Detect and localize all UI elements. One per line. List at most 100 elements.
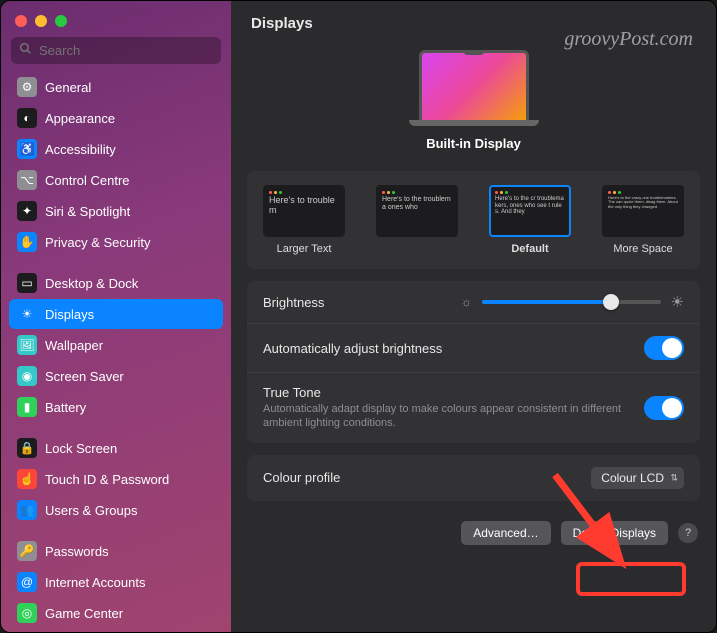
sidebar-item-privacy-security[interactable]: ✋ Privacy & Security: [9, 227, 223, 257]
page-title: Displays: [231, 1, 716, 42]
displays-icon: ☀: [17, 304, 37, 324]
auto-brightness-row: Automatically adjust brightness: [247, 324, 700, 373]
resolution-label: Larger Text: [277, 243, 332, 255]
sidebar-item-appearance[interactable]: ◐ Appearance: [9, 103, 223, 133]
sidebar-item-siri-spotlight[interactable]: ✦ Siri & Spotlight: [9, 196, 223, 226]
sidebar-item-screen-saver[interactable]: ◉ Screen Saver: [9, 361, 223, 391]
desktop-dock-icon: ▭: [17, 273, 37, 293]
display-name: Built-in Display: [426, 136, 521, 151]
close-icon[interactable]: [15, 15, 27, 27]
sidebar-item-control-centre[interactable]: ⌥ Control Centre: [9, 165, 223, 195]
true-tone-label: True Tone Automatically adapt display to…: [263, 385, 632, 431]
sidebar-item-general[interactable]: ⚙ General: [9, 72, 223, 102]
search-wrap: [1, 37, 231, 72]
resolution-label: More Space: [613, 243, 672, 255]
sidebar-item-label: Control Centre: [45, 173, 130, 188]
resolution-thumb: Here's to the troublema ones who: [376, 185, 458, 237]
resolution-panel: Here's to troublemLarger TextHere's to t…: [247, 171, 700, 269]
colour-profile-panel: Colour profile Colour LCD: [247, 455, 700, 501]
control-centre-icon: ⌥: [17, 170, 37, 190]
sidebar-item-label: Battery: [45, 400, 86, 415]
minimize-icon[interactable]: [35, 15, 47, 27]
sidebar-item-label: Users & Groups: [45, 503, 137, 518]
sidebar-item-desktop-dock[interactable]: ▭ Desktop & Dock: [9, 268, 223, 298]
resolution-label: Default: [511, 243, 548, 255]
sidebar-item-label: Passwords: [45, 544, 109, 559]
sidebar-item-internet-accounts[interactable]: @Internet Accounts: [9, 567, 223, 597]
true-tone-sub: Automatically adapt display to make colo…: [263, 402, 632, 431]
sun-large-icon: ☀: [671, 293, 684, 311]
content: Displays Built-in Display Here's to trou…: [231, 1, 716, 632]
privacy-security-icon: ✋: [17, 232, 37, 252]
resolution-thumb: Here's to troublem: [263, 185, 345, 237]
sidebar-item-label: Touch ID & Password: [45, 472, 169, 487]
sidebar-item-label: Desktop & Dock: [45, 276, 138, 291]
sidebar-item-label: Game Center: [45, 606, 123, 621]
colour-profile-dropdown[interactable]: Colour LCD: [591, 467, 684, 489]
button-row: Advanced… Detect Displays ?: [231, 507, 716, 563]
resolution-option-larger-text[interactable]: Here's to troublem Larger Text: [263, 185, 345, 255]
sun-small-icon: ☼: [461, 295, 472, 309]
sidebar-item-label: Siri & Spotlight: [45, 204, 130, 219]
sidebar-item-label: General: [45, 80, 91, 95]
maximize-icon[interactable]: [55, 15, 67, 27]
search-input[interactable]: [11, 37, 221, 64]
resolution-thumb: Here's to the cr troublemakers, ones who…: [489, 185, 571, 237]
colour-profile-label: Colour profile: [263, 470, 579, 485]
brightness-label: Brightness: [263, 295, 449, 310]
sidebar-item-battery[interactable]: ▮ Battery: [9, 392, 223, 422]
sidebar-item-label: Lock Screen: [45, 441, 117, 456]
resolution-option-more-space[interactable]: Here's to the crazy one troublemakers. T…: [602, 185, 684, 255]
sidebar-item-touch-id-password[interactable]: ☝ Touch ID & Password: [9, 464, 223, 494]
sidebar-item-label: Screen Saver: [45, 369, 124, 384]
sidebar-item-label: Accessibility: [45, 142, 116, 157]
help-button[interactable]: ?: [678, 523, 698, 543]
sidebar-item-label: Internet Accounts: [45, 575, 145, 590]
sidebar-item-label: Wallpaper: [45, 338, 103, 353]
sidebar-item-wallpaper[interactable]: 🖼 Wallpaper: [9, 330, 223, 360]
sidebar: ⚙ General ◐ Appearance ♿ Accessibility ⌥ Contro…: [1, 1, 231, 632]
true-tone-row: True Tone Automatically adapt display to…: [247, 373, 700, 443]
window-controls: [1, 1, 231, 37]
settings-panel: Brightness ☼ ☀ Automatically adjust brig…: [247, 281, 700, 443]
screen-saver-icon: ◉: [17, 366, 37, 386]
general-icon: ⚙: [17, 77, 37, 97]
sidebar-item-label: Displays: [45, 307, 94, 322]
game-center-icon: ◎: [17, 603, 37, 623]
colour-profile-row: Colour profile Colour LCD: [247, 455, 700, 501]
true-tone-title: True Tone: [263, 385, 632, 400]
brightness-slider-wrap: ☼ ☀: [461, 293, 684, 311]
true-tone-toggle[interactable]: [644, 396, 684, 420]
auto-brightness-toggle[interactable]: [644, 336, 684, 360]
sidebar-item-passwords[interactable]: 🔑 Passwords: [9, 536, 223, 566]
touch-id-password-icon: ☝: [17, 469, 37, 489]
resolution-option[interactable]: Here's to the troublema ones who: [376, 185, 458, 255]
battery-icon: ▮: [17, 397, 37, 417]
users-groups-icon: 👥: [17, 500, 37, 520]
sidebar-item-users-groups[interactable]: 👥 Users & Groups: [9, 495, 223, 525]
system-settings-window: ⚙ General ◐ Appearance ♿ Accessibility ⌥ Contro…: [0, 0, 717, 633]
lock-screen-icon: 🔒: [17, 438, 37, 458]
detect-displays-button[interactable]: Detect Displays: [561, 521, 668, 545]
sidebar-item-lock-screen[interactable]: 🔒 Lock Screen: [9, 433, 223, 463]
auto-brightness-label: Automatically adjust brightness: [263, 341, 632, 356]
resolution-thumb: Here's to the crazy one troublemakers. T…: [602, 185, 684, 237]
advanced-button[interactable]: Advanced…: [461, 521, 550, 545]
appearance-icon: ◐: [17, 108, 37, 128]
siri-spotlight-icon: ✦: [17, 201, 37, 221]
sidebar-item-wallet-apple-pay[interactable]: ▭Wallet & Apple Pay: [9, 629, 223, 632]
sidebar-item-game-center[interactable]: ◎ Game Center: [9, 598, 223, 628]
sidebar-list: ⚙ General ◐ Appearance ♿ Accessibility ⌥ Contro…: [1, 72, 231, 632]
display-preview: Built-in Display: [231, 42, 716, 165]
accessibility-icon: ♿: [17, 139, 37, 159]
sidebar-item-label: Privacy & Security: [45, 235, 150, 250]
brightness-slider[interactable]: [482, 300, 661, 304]
sidebar-item-label: Appearance: [45, 111, 115, 126]
passwords-icon: 🔑: [17, 541, 37, 561]
resolution-option-default[interactable]: Here's to the cr troublemakers, ones who…: [489, 185, 571, 255]
sidebar-item-displays[interactable]: ☀ Displays: [9, 299, 223, 329]
sidebar-item-accessibility[interactable]: ♿ Accessibility: [9, 134, 223, 164]
brightness-row: Brightness ☼ ☀: [247, 281, 700, 324]
laptop-graphic: [409, 50, 539, 126]
wallpaper-icon: 🖼: [17, 335, 37, 355]
